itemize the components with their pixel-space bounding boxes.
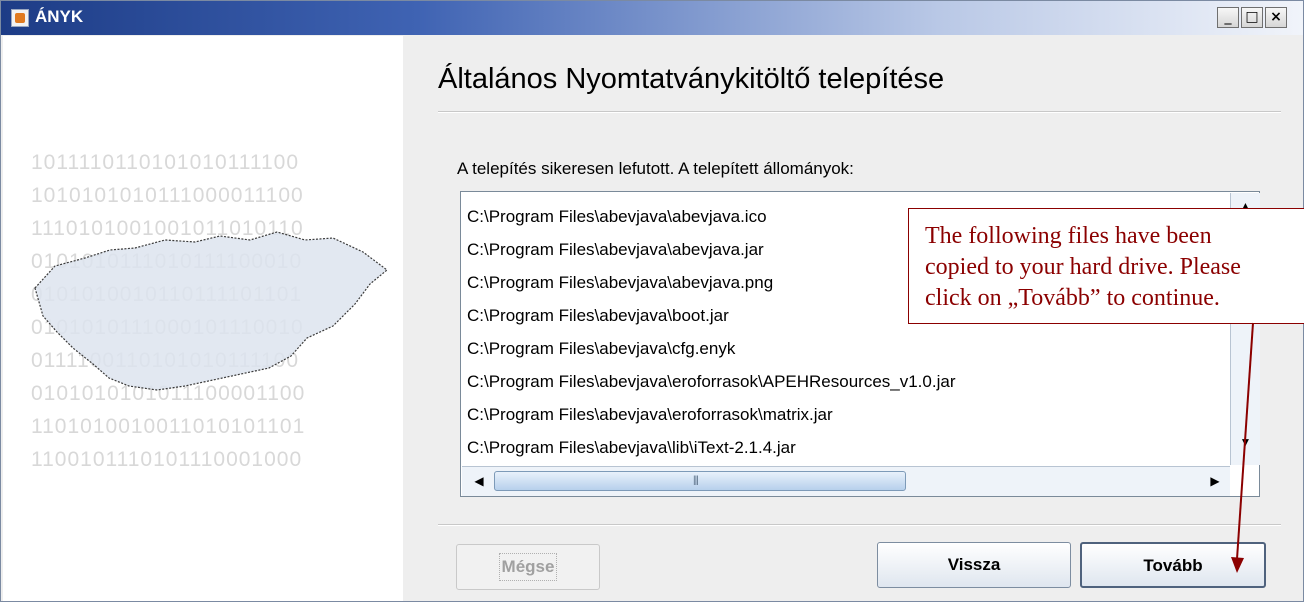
binary-text-row: 1010101010111000011100	[31, 184, 304, 207]
file-list-item[interactable]: C:\Program Files\abevjava\cfg.enyk	[467, 332, 1227, 365]
scroll-down-arrow-icon[interactable]: ▼	[1231, 429, 1260, 455]
binary-text-row: 1100101110101110001000	[31, 448, 303, 471]
file-list-item[interactable]: C:\Program Files\abevjava\lib\iText-2.1.…	[467, 431, 1227, 464]
cancel-button-label: Mégse	[498, 553, 558, 581]
page-title: Általános Nyomtatványkitöltő telepítése	[438, 63, 945, 95]
hungary-map-icon	[34, 231, 388, 391]
side-banner: 1011110110101010111100 10101010101110000…	[3, 36, 403, 601]
title-bar[interactable]: ÁNYK _ □ ×	[1, 1, 1303, 35]
horizontal-scroll-thumb[interactable]: |||	[494, 471, 906, 491]
close-button[interactable]: ×	[1265, 7, 1287, 28]
cancel-button[interactable]: Mégse	[456, 544, 600, 590]
file-list-item[interactable]: C:\Program Files\abevjava\eroforrasok\ma…	[467, 398, 1227, 431]
installer-window: ÁNYK _ □ × 1011110110101010111100 101010…	[0, 0, 1304, 602]
scroll-right-arrow-icon[interactable]: ▶	[1204, 470, 1226, 492]
back-button[interactable]: Vissza	[877, 542, 1071, 588]
file-list-item[interactable]: C:\Program Files\abevjava\eroforrasok\AP…	[467, 365, 1227, 398]
annotation-line: click on „Tovább” to continue.	[925, 285, 1220, 311]
horizontal-scrollbar[interactable]: ◀ ||| ▶	[462, 466, 1230, 496]
maximize-button[interactable]: □	[1241, 7, 1263, 28]
annotation-line: copied to your hard drive. Please	[925, 254, 1241, 280]
window-title: ÁNYK	[35, 7, 84, 26]
next-button[interactable]: Tovább	[1080, 542, 1266, 588]
button-divider	[438, 524, 1281, 526]
title-divider	[438, 111, 1281, 113]
java-app-icon	[11, 9, 29, 27]
grip-icon: |||	[693, 475, 699, 486]
binary-text-row: 1101010010011010101101	[31, 415, 306, 438]
scroll-left-arrow-icon[interactable]: ◀	[468, 470, 490, 492]
status-message: A telepítés sikeresen lefutott. A telepí…	[457, 159, 854, 178]
binary-text-row: 1011110110101010111100	[31, 151, 300, 174]
annotation-callout: The following files have been copied to …	[908, 208, 1304, 324]
annotation-line: The following files have been	[925, 223, 1212, 249]
minimize-button[interactable]: _	[1217, 7, 1239, 28]
